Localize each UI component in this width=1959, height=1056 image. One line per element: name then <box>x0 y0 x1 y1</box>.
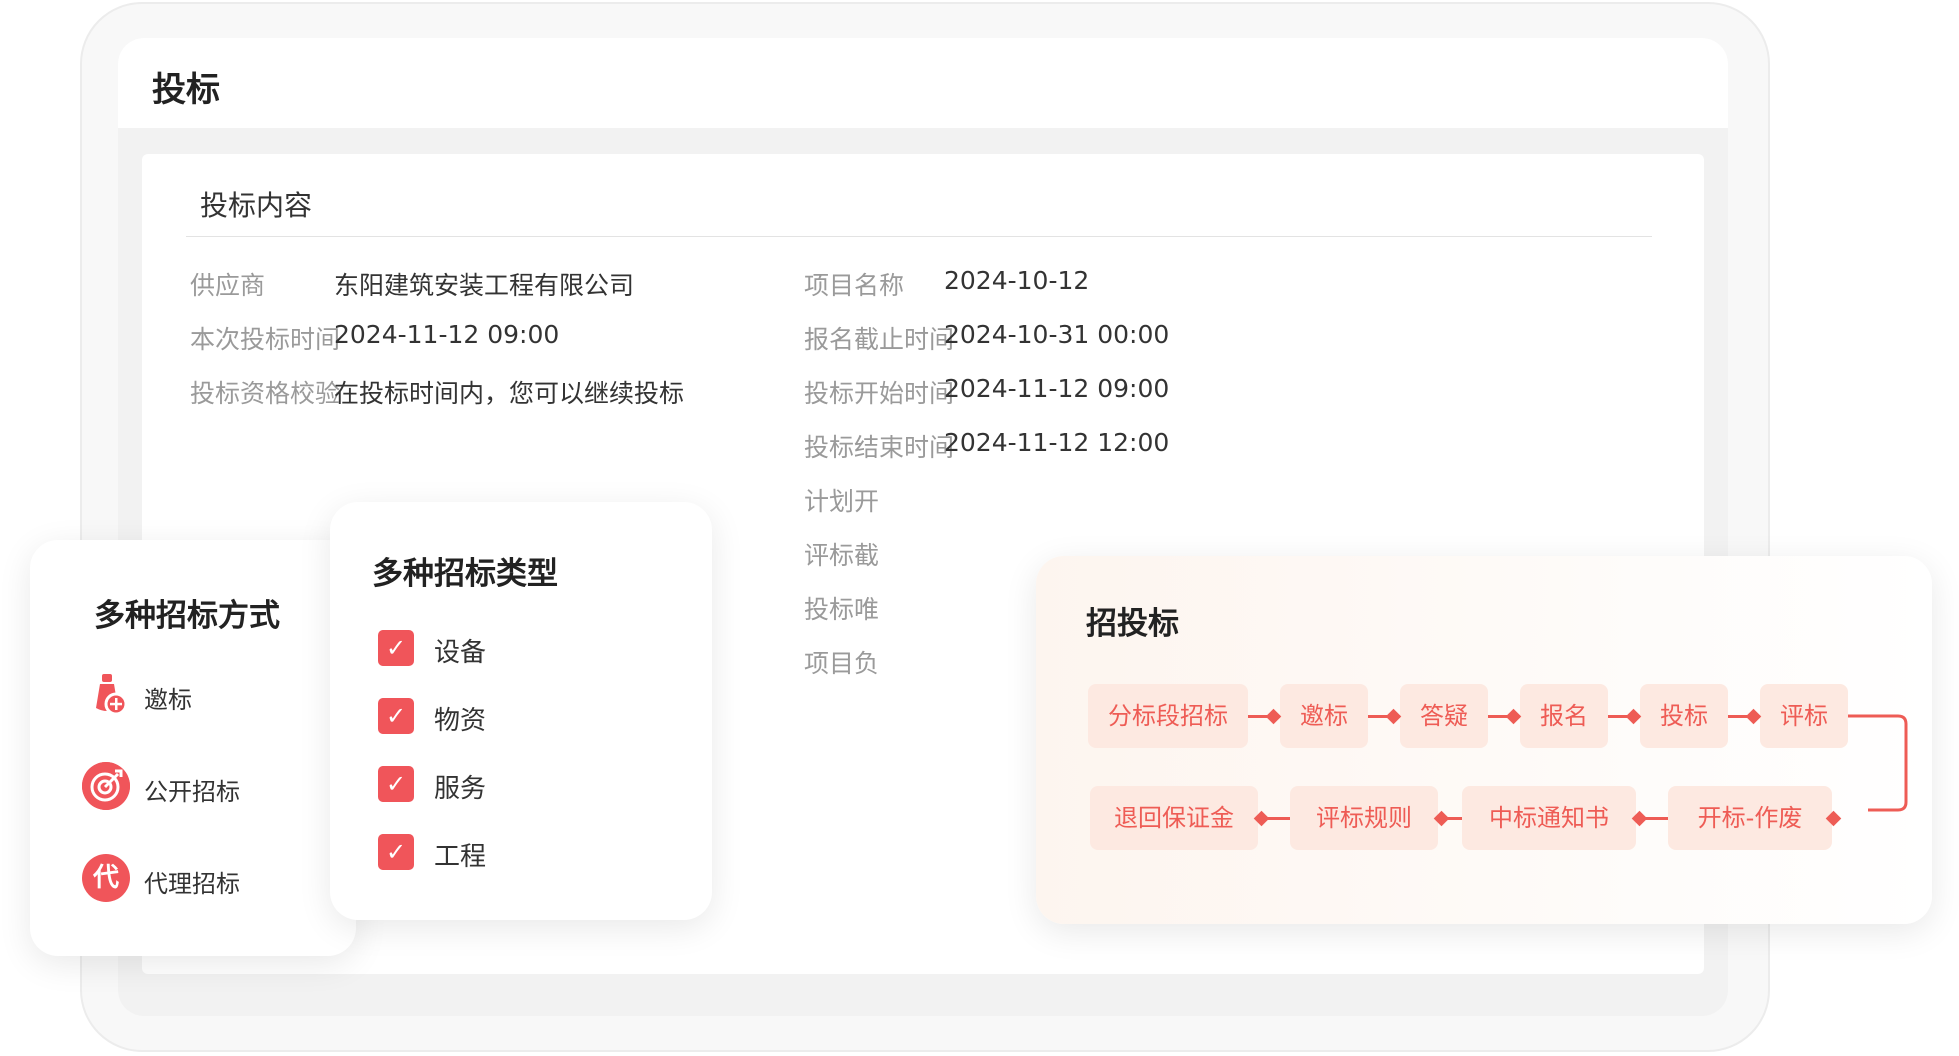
type-label: 物资 <box>434 706 487 736</box>
field-label: 本次投标时间 <box>190 325 341 354</box>
field-bid-unique: 投标唯 <box>804 590 879 626</box>
flow-panel: 招投标 分标段招标 邀标 答疑 报名 投标 评标 退回保证金 评标规则 中标通知… <box>1036 556 1932 924</box>
flow-step: 退回保证金 <box>1090 786 1258 850</box>
section-title: 投标内容 <box>200 189 313 222</box>
field-label: 项目名称 <box>804 271 905 300</box>
field-label: 计划开 <box>804 487 880 516</box>
flow-step: 评标规则 <box>1290 786 1438 850</box>
method-label: 邀标 <box>144 686 192 714</box>
method-label: 代理招标 <box>144 870 240 898</box>
flow-arrow-icon <box>1625 708 1642 725</box>
target-icon <box>82 762 130 810</box>
checkbox-checked-icon[interactable]: ✓ <box>378 766 414 802</box>
flow-bend-connector <box>1848 714 1908 812</box>
checkbox-checked-icon[interactable]: ✓ <box>378 834 414 870</box>
flow-panel-title: 招投标 <box>1086 606 1179 642</box>
field-supplier: 供应商 东阳建筑安装工程有限公司 <box>190 266 634 302</box>
flow-arrow-icon <box>1505 708 1522 725</box>
field-qualification: 投标资格校验 在投标时间内，您可以继续投标 <box>190 374 684 410</box>
field-bid-end: 投标结束时间 2024-11-12 12:00 <box>804 428 1169 464</box>
flow-step: 答疑 <box>1400 684 1488 748</box>
field-label: 投标结束时间 <box>804 433 955 462</box>
field-project-owner: 项目负 <box>804 644 879 680</box>
checkbox-checked-icon[interactable]: ✓ <box>378 630 414 666</box>
invite-icon <box>82 670 130 718</box>
types-panel: 多种招标类型 ✓ 设备 ✓ 物资 ✓ 服务 ✓ 工程 <box>330 502 712 920</box>
page-header: 投标 <box>118 38 1728 128</box>
type-label: 工程 <box>434 842 487 872</box>
flow-arrow-icon <box>1745 708 1762 725</box>
field-value: 2024-11-12 09:00 <box>944 374 1170 403</box>
field-label: 投标唯 <box>804 595 880 624</box>
field-signup-deadline: 报名截止时间 2024-10-31 00:00 <box>804 320 1169 356</box>
field-value: 2024-11-12 12:00 <box>944 428 1170 457</box>
flow-step: 中标通知书 <box>1462 786 1636 850</box>
field-label: 评标截 <box>804 541 880 570</box>
type-label: 设备 <box>434 638 487 668</box>
field-value: 2024-11-12 09:00 <box>334 320 560 349</box>
methods-panel: 多种招标方式 邀标 公开招标 代 代理招标 <box>30 540 356 956</box>
flow-step: 邀标 <box>1280 684 1368 748</box>
field-value: 东阳建筑安装工程有限公司 <box>334 271 635 300</box>
methods-panel-title: 多种招标方式 <box>94 598 280 634</box>
field-value: 2024-10-12 <box>944 266 1090 295</box>
field-label: 报名截止时间 <box>804 325 955 354</box>
flow-arrow-icon <box>1385 708 1402 725</box>
flow-arrow-icon <box>1265 708 1282 725</box>
field-value: 在投标时间内，您可以继续投标 <box>334 379 685 408</box>
field-plan-open: 计划开 <box>804 482 879 518</box>
field-label: 投标资格校验 <box>190 379 341 408</box>
flow-step: 投标 <box>1640 684 1728 748</box>
field-bid-time: 本次投标时间 2024-11-12 09:00 <box>190 320 559 356</box>
flow-step: 报名 <box>1520 684 1608 748</box>
agent-icon: 代 <box>82 854 130 902</box>
field-bid-start: 投标开始时间 2024-11-12 09:00 <box>804 374 1169 410</box>
field-label: 项目负 <box>804 649 880 678</box>
field-value: 2024-10-31 00:00 <box>944 320 1170 349</box>
field-label: 投标开始时间 <box>804 379 955 408</box>
flow-step: 评标 <box>1760 684 1848 748</box>
field-project-name: 项目名称 2024-10-12 <box>804 266 1089 302</box>
type-label: 服务 <box>434 774 487 804</box>
flow-step: 开标-作废 <box>1668 786 1832 850</box>
field-label: 供应商 <box>190 271 266 300</box>
checkbox-checked-icon[interactable]: ✓ <box>378 698 414 734</box>
flow-step: 分标段招标 <box>1088 684 1248 748</box>
method-label: 公开招标 <box>144 778 240 806</box>
field-eval-deadline: 评标截 <box>804 536 879 572</box>
types-panel-title: 多种招标类型 <box>372 556 558 592</box>
section-divider <box>186 236 1652 237</box>
page-title: 投标 <box>152 70 220 110</box>
